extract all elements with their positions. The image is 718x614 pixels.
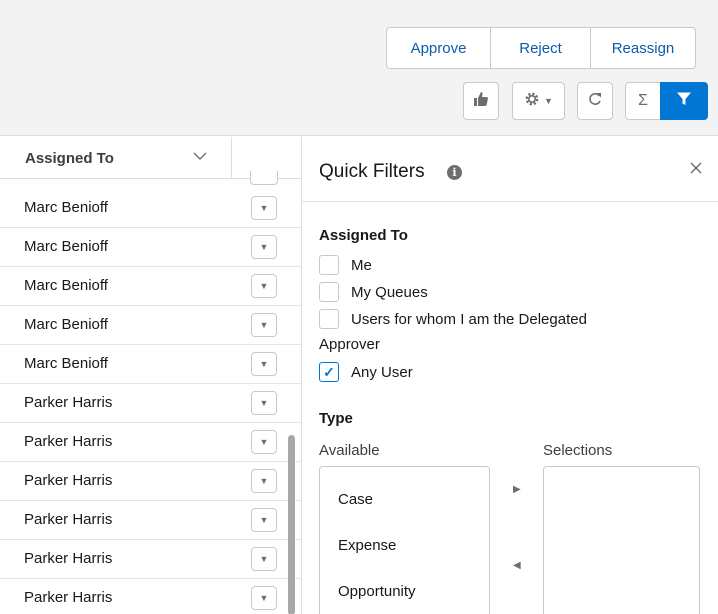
refresh-icon xyxy=(587,91,603,112)
chevron-down-icon: ▼ xyxy=(259,554,269,564)
chevron-down-icon: ▼ xyxy=(259,281,269,291)
list-view-header: Approve Reject Reassign ▼ Σ xyxy=(0,0,718,136)
table-body: Marc Benioff ▼ Marc Benioff ▼ Marc Benioff ▼ M… xyxy=(0,189,301,614)
table-row[interactable]: Marc Benioff ▼ xyxy=(0,345,301,384)
row-action-menu-button[interactable]: ▼ xyxy=(251,235,277,259)
like-button[interactable] xyxy=(463,82,499,120)
chevron-down-icon: ▼ xyxy=(259,593,269,603)
close-icon[interactable] xyxy=(689,159,703,180)
table-row[interactable]: Parker Harris ▼ xyxy=(0,384,301,423)
option-label: Any User xyxy=(351,363,413,381)
assignee-cell: Parker Harris xyxy=(24,394,113,411)
row-action-menu-button[interactable]: ▼ xyxy=(251,391,277,415)
assignee-cell: Marc Benioff xyxy=(24,316,108,333)
selections-listbox[interactable] xyxy=(543,466,700,614)
filter-option-my-queues[interactable]: My Queues xyxy=(319,282,428,302)
refresh-button[interactable] xyxy=(577,82,613,120)
totals-button[interactable]: Σ xyxy=(625,82,661,120)
assignee-cell: Marc Benioff xyxy=(24,199,108,216)
table-row[interactable]: Parker Harris ▼ xyxy=(0,462,301,501)
table-row[interactable]: Parker Harris ▼ xyxy=(0,423,301,462)
assignee-cell: Marc Benioff xyxy=(24,277,108,294)
chevron-down-icon: ▼ xyxy=(259,398,269,408)
reassign-button[interactable]: Reassign xyxy=(591,28,695,68)
option-label: Users for whom I am the Delegated xyxy=(351,310,587,328)
chevron-down-icon: ▼ xyxy=(259,320,269,330)
panel-title: Quick Filters xyxy=(319,161,425,182)
chevron-down-icon[interactable] xyxy=(193,148,207,164)
table-row[interactable]: Parker Harris ▼ xyxy=(0,501,301,540)
records-table: Assigned To Marc Benioff ▼ Marc Benioff ▼ Ma… xyxy=(0,137,301,614)
type-label: Type xyxy=(319,410,353,427)
list-item[interactable]: Opportunity xyxy=(338,583,416,600)
thumbs-up-icon xyxy=(473,91,489,112)
chevron-down-icon: ▼ xyxy=(544,96,553,106)
checkbox[interactable] xyxy=(319,255,339,275)
approval-action-group: Approve Reject Reassign xyxy=(386,27,696,69)
filter-option-delegated[interactable]: Users for whom I am the Delegated xyxy=(319,309,587,329)
quick-filters-panel: Quick Filters i Assigned To Me My Queues… xyxy=(301,137,718,614)
column-header-label: Assigned To xyxy=(25,150,114,167)
table-row[interactable]: Marc Benioff ▼ xyxy=(0,189,301,228)
assignee-cell: Parker Harris xyxy=(24,433,113,450)
list-item[interactable]: Expense xyxy=(338,537,396,554)
table-row[interactable]: Marc Benioff ▼ xyxy=(0,267,301,306)
assignee-cell: Parker Harris xyxy=(24,511,113,528)
info-icon[interactable]: i xyxy=(447,165,462,180)
checkbox[interactable] xyxy=(319,309,339,329)
row-action-menu-button[interactable]: ▼ xyxy=(251,313,277,337)
available-listbox[interactable]: Case Expense Opportunity xyxy=(319,466,490,614)
row-action-button[interactable] xyxy=(250,171,278,185)
list-item[interactable]: Case xyxy=(338,491,373,508)
table-row[interactable]: Parker Harris ▼ xyxy=(0,540,301,579)
checkbox-checked[interactable]: ✓ xyxy=(319,362,339,382)
scrollbar-thumb[interactable] xyxy=(288,435,295,614)
table-row[interactable]: Parker Harris ▼ xyxy=(0,579,301,614)
available-label: Available xyxy=(319,442,380,459)
row-action-menu-button[interactable]: ▼ xyxy=(251,547,277,571)
chevron-down-icon: ▼ xyxy=(259,203,269,213)
assigned-to-label: Assigned To xyxy=(319,227,408,244)
filter-option-me[interactable]: Me xyxy=(319,255,372,275)
filter-button[interactable] xyxy=(660,82,708,120)
chevron-down-icon: ▼ xyxy=(259,515,269,525)
option-label: Me xyxy=(351,256,372,274)
filter-icon xyxy=(676,91,692,112)
checkbox[interactable] xyxy=(319,282,339,302)
selections-label: Selections xyxy=(543,442,613,459)
row-action-menu-button[interactable]: ▼ xyxy=(251,274,277,298)
list-settings-button[interactable]: ▼ xyxy=(512,82,565,120)
row-action-menu-button[interactable]: ▼ xyxy=(251,586,277,610)
move-right-icon[interactable]: ▶ xyxy=(513,484,521,495)
chevron-down-icon: ▼ xyxy=(259,476,269,486)
assignee-cell: Parker Harris xyxy=(24,472,113,489)
option-label: My Queues xyxy=(351,283,428,301)
column-header-assigned-to[interactable]: Assigned To xyxy=(0,137,232,179)
assignee-cell: Marc Benioff xyxy=(24,238,108,255)
approve-button[interactable]: Approve xyxy=(387,28,491,68)
move-left-icon[interactable]: ◀ xyxy=(513,560,521,571)
assignee-cell: Parker Harris xyxy=(24,550,113,567)
assignee-cell: Marc Benioff xyxy=(24,355,108,372)
row-action-menu-button[interactable]: ▼ xyxy=(251,352,277,376)
filter-option-any-user[interactable]: ✓ Any User xyxy=(319,362,413,382)
chevron-down-icon: ▼ xyxy=(259,242,269,252)
row-action-menu-button[interactable]: ▼ xyxy=(251,469,277,493)
reject-button[interactable]: Reject xyxy=(491,28,591,68)
sigma-icon: Σ xyxy=(638,92,648,109)
gear-icon xyxy=(524,91,540,112)
row-action-menu-button[interactable]: ▼ xyxy=(251,196,277,220)
chevron-down-icon: ▼ xyxy=(259,437,269,447)
panel-header: Quick Filters i xyxy=(302,137,718,202)
assignee-cell: Parker Harris xyxy=(24,589,113,606)
table-row[interactable]: Marc Benioff ▼ xyxy=(0,228,301,267)
approver-label: Approver xyxy=(319,336,380,353)
table-row[interactable]: Marc Benioff ▼ xyxy=(0,306,301,345)
row-action-menu-button[interactable]: ▼ xyxy=(251,430,277,454)
row-action-menu-button[interactable]: ▼ xyxy=(251,508,277,532)
chevron-down-icon: ▼ xyxy=(259,359,269,369)
